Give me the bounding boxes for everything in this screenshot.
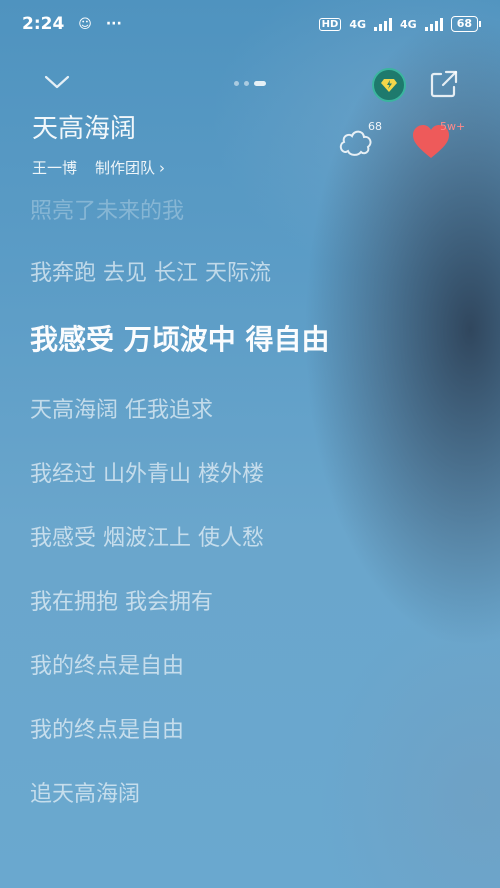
team-label: 制作团队 (95, 159, 156, 177)
notification-icon: ☺ (78, 16, 92, 32)
lyric-line[interactable]: 我经过 山外青山 楼外楼 (30, 456, 264, 488)
network-label-1: 4G (349, 17, 366, 31)
lyric-line[interactable]: 我的终点是自由 (30, 648, 184, 680)
signal-icon-2 (424, 17, 443, 31)
diamond-bolt-icon (381, 79, 397, 92)
lyric-line[interactable]: 追天高海阔 (30, 776, 140, 808)
more-dots: ··· (105, 16, 122, 32)
status-bar: 2:24 ☺ ··· HD 4G 4G 68 (0, 0, 500, 48)
production-team-link[interactable]: 制作团队 › (95, 157, 165, 178)
chevron-right-icon: › (159, 158, 166, 177)
status-time: 2:24 (22, 14, 65, 34)
signal-icon (374, 17, 392, 31)
page-dot (244, 81, 249, 86)
like-count: 5w+ (440, 120, 466, 133)
artist-link[interactable]: 王一博 (32, 157, 77, 178)
battery-icon: 68 (450, 16, 482, 32)
lyric-line[interactable]: 我奔跑 去见 长江 天际流 (30, 255, 271, 287)
song-meta: 王一博 制作团队 › (32, 157, 165, 178)
song-title: 天高海阔 (32, 114, 137, 144)
network-label-2: 4G (400, 17, 417, 31)
lyric-line-current[interactable]: 我感受 万顷波中 得自由 (30, 318, 330, 358)
vip-diamond-badge[interactable] (372, 68, 406, 102)
page-dot (234, 81, 239, 86)
lyric-line[interactable]: 我感受 烟波江上 使人愁 (30, 520, 264, 552)
lyric-line[interactable]: 照亮了未来的我 (30, 193, 184, 225)
share-icon[interactable] (428, 68, 460, 100)
lyric-line[interactable]: 天高海阔 任我追求 (30, 392, 213, 424)
lyric-line[interactable]: 我在拥抱 我会拥有 (30, 584, 213, 616)
page-dot-active (254, 81, 266, 86)
page-indicator[interactable] (234, 81, 266, 86)
lyric-line[interactable]: 我的终点是自由 (30, 712, 184, 744)
hd-badge: HD (318, 17, 342, 31)
comment-count: 68 (368, 120, 382, 133)
collapse-chevron-down-icon[interactable] (44, 72, 70, 92)
